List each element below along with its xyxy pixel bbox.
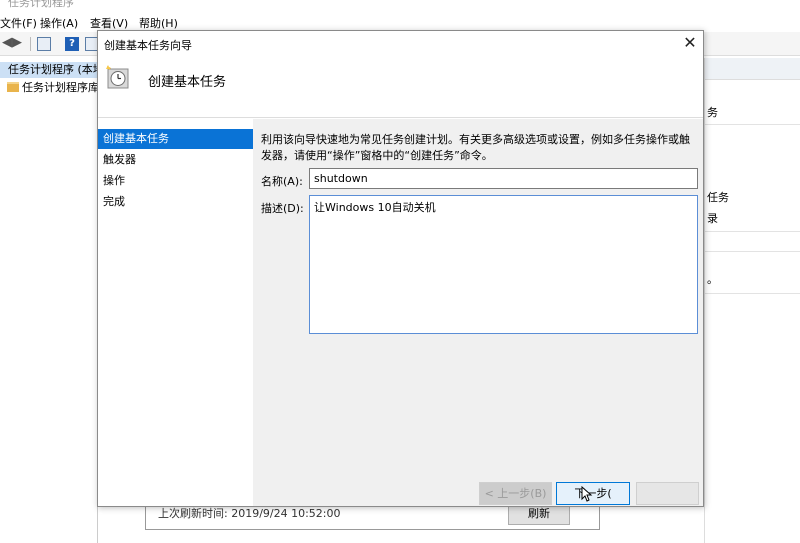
help-icon[interactable]: ? [65, 37, 79, 51]
create-basic-task-dialog: 创建基本任务向导 ✕ 创建基本任务 创建基本任务 触发器 操作 完成 利用该向导… [97, 30, 704, 507]
wizard-steps-nav: 创建基本任务 触发器 操作 完成 [98, 119, 253, 506]
menu-file[interactable]: 文件(F) [0, 15, 37, 31]
dialog-heading: 创建基本任务 [148, 75, 227, 90]
task-description-input[interactable]: 让Windows 10自动关机 [309, 195, 698, 334]
wizard-step-trigger[interactable]: 触发器 [98, 150, 253, 170]
main-titlebar: 任务计划程序 — [0, 0, 800, 9]
tree-child-label: 任务计划程序库 [22, 81, 99, 94]
wizard-step-action[interactable]: 操作 [98, 171, 253, 191]
actions-pane-header [705, 58, 800, 80]
cancel-button[interactable] [636, 482, 699, 505]
task-clock-icon [106, 65, 129, 89]
tree-root-label: 任务计划程序 (本地) [8, 63, 98, 76]
back-button[interactable]: < 上一步(B) [479, 482, 552, 505]
dialog-header: 创建基本任务 [98, 56, 703, 118]
menu-help[interactable]: 帮助(H) [139, 15, 178, 31]
mouse-pointer-icon [581, 486, 593, 502]
wizard-step-create-task[interactable]: 创建基本任务 [98, 129, 253, 149]
toolbar-separator [30, 37, 31, 51]
description-label: 描述(D): [261, 202, 304, 215]
main-window-title: 任务计划程序 [8, 0, 74, 9]
tree-item-root[interactable]: 任务计划程序 (本地) [0, 62, 98, 78]
actions-divider [705, 231, 800, 232]
close-icon[interactable]: ✕ [681, 33, 699, 53]
tree-item-library[interactable]: 任务计划程序库 [7, 80, 99, 96]
actions-item[interactable]: 任务 [707, 189, 729, 205]
menu-bar: 文件(F) 操作(A) 查看(V) 帮助(H) [0, 12, 800, 32]
menu-action[interactable]: 操作(A) [40, 15, 78, 31]
actions-item[interactable]: 务 [707, 104, 718, 120]
next-button[interactable]: 下一步( [556, 482, 630, 505]
grid-view-icon[interactable] [37, 37, 51, 51]
dialog-titlebar: 创建基本任务向导 ✕ [98, 31, 703, 56]
actions-item[interactable]: 录 [707, 210, 718, 226]
wizard-content: 利用该向导快速地为常见任务创建计划。有关更多高级选项或设置，例如多任务操作或触发… [253, 119, 703, 482]
last-refresh-time: 上次刷新时间: 2019/9/24 10:52:00 [158, 507, 341, 520]
actions-divider [705, 251, 800, 252]
name-label: 名称(A): [261, 175, 303, 188]
navigation-tree: 任务计划程序 (本地) 任务计划程序库 [0, 58, 99, 543]
folder-icon [7, 82, 19, 92]
menu-view[interactable]: 查看(V) [90, 15, 128, 31]
actions-divider [705, 293, 800, 294]
actions-pane: 务 任务 录 。 [704, 58, 800, 543]
wizard-footer: < 上一步(B) 下一步( [253, 482, 703, 506]
wizard-instructions: 利用该向导快速地为常见任务创建计划。有关更多高级选项或设置，例如多任务操作或触发… [261, 133, 690, 162]
actions-divider [705, 124, 800, 125]
actions-item[interactable]: 。 [707, 271, 718, 287]
dialog-title: 创建基本任务向导 [104, 39, 192, 52]
minimize-icon[interactable]: — [748, 0, 759, 4]
task-name-input[interactable] [309, 168, 698, 189]
forward-arrow-icon[interactable]: ▶ [12, 36, 26, 51]
wizard-step-finish[interactable]: 完成 [98, 192, 253, 212]
